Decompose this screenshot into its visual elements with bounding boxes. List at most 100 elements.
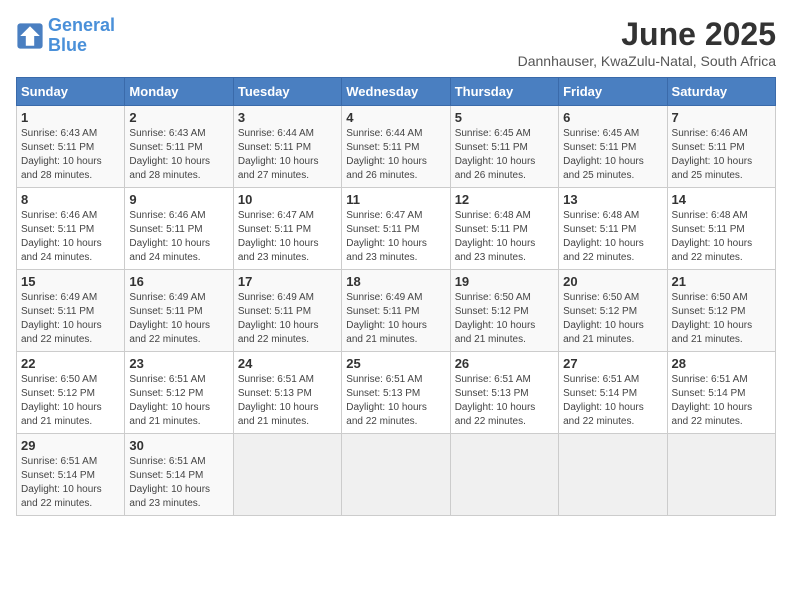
day-cell: 12Sunrise: 6:48 AM Sunset: 5:11 PM Dayli… [450,188,558,270]
day-info: Sunrise: 6:45 AM Sunset: 5:11 PM Dayligh… [563,127,662,183]
day-number: 16 [129,274,228,289]
day-info: Sunrise: 6:51 AM Sunset: 5:12 PM Dayligh… [129,373,228,429]
day-info: Sunrise: 6:48 AM Sunset: 5:11 PM Dayligh… [672,209,771,265]
day-info: Sunrise: 6:47 AM Sunset: 5:11 PM Dayligh… [238,209,337,265]
day-number: 23 [129,356,228,371]
header-wednesday: Wednesday [342,78,450,106]
day-number: 1 [21,110,120,125]
day-cell: 2Sunrise: 6:43 AM Sunset: 5:11 PM Daylig… [125,106,233,188]
day-info: Sunrise: 6:46 AM Sunset: 5:11 PM Dayligh… [129,209,228,265]
calendar-header: Sunday Monday Tuesday Wednesday Thursday… [17,78,776,106]
day-cell: 21Sunrise: 6:50 AM Sunset: 5:12 PM Dayli… [667,270,775,352]
day-info: Sunrise: 6:49 AM Sunset: 5:11 PM Dayligh… [238,291,337,347]
day-info: Sunrise: 6:50 AM Sunset: 5:12 PM Dayligh… [21,373,120,429]
day-info: Sunrise: 6:45 AM Sunset: 5:11 PM Dayligh… [455,127,554,183]
day-info: Sunrise: 6:48 AM Sunset: 5:11 PM Dayligh… [455,209,554,265]
day-cell: 6 Sunrise: 6:45 AM Sunset: 5:11 PM Daylig… [559,106,667,188]
day-info: Sunrise: 6:46 AM Sunset: 5:11 PM Dayligh… [21,209,120,265]
day-cell [559,434,667,516]
day-cell: 22 Sunrise: 6:50 AM Sunset: 5:12 PM Dayli… [17,352,125,434]
calendar-body: 1 Sunrise: 6:43 AM Sunset: 5:11 PM Daylig… [17,106,776,516]
day-info: Sunrise: 6:50 AM Sunset: 5:12 PM Dayligh… [455,291,554,347]
day-cell: 26Sunrise: 6:51 AM Sunset: 5:13 PM Dayli… [450,352,558,434]
day-info: Sunrise: 6:51 AM Sunset: 5:14 PM Dayligh… [129,455,228,511]
day-cell: 24 Sunrise: 6:51 AM Sunset: 5:13 PM Dayli… [233,352,341,434]
day-cell: 10 Sunrise: 6:47 AM Sunset: 5:11 PM Dayli… [233,188,341,270]
logo-line2: Blue [48,35,87,55]
day-number: 6 [563,110,662,125]
day-number: 9 [129,192,228,207]
day-number: 30 [129,438,228,453]
week-row-2: 8Sunrise: 6:46 AM Sunset: 5:11 PM Daylig… [17,188,776,270]
day-cell: 5Sunrise: 6:45 AM Sunset: 5:11 PM Daylig… [450,106,558,188]
day-cell [233,434,341,516]
week-row-4: 22 Sunrise: 6:50 AM Sunset: 5:12 PM Dayli… [17,352,776,434]
day-cell: 23 Sunrise: 6:51 AM Sunset: 5:12 PM Dayli… [125,352,233,434]
day-info: Sunrise: 6:51 AM Sunset: 5:14 PM Dayligh… [672,373,771,429]
logo: General Blue [16,16,115,56]
week-row-3: 15Sunrise: 6:49 AM Sunset: 5:11 PM Dayli… [17,270,776,352]
day-cell: 9 Sunrise: 6:46 AM Sunset: 5:11 PM Daylig… [125,188,233,270]
day-number: 14 [672,192,771,207]
header-row: Sunday Monday Tuesday Wednesday Thursday… [17,78,776,106]
header-monday: Monday [125,78,233,106]
day-info: Sunrise: 6:49 AM Sunset: 5:11 PM Dayligh… [129,291,228,347]
header-thursday: Thursday [450,78,558,106]
day-cell: 30 Sunrise: 6:51 AM Sunset: 5:14 PM Dayli… [125,434,233,516]
week-row-5: 29Sunrise: 6:51 AM Sunset: 5:14 PM Dayli… [17,434,776,516]
day-number: 27 [563,356,662,371]
day-number: 11 [346,192,445,207]
header-tuesday: Tuesday [233,78,341,106]
day-info: Sunrise: 6:50 AM Sunset: 5:12 PM Dayligh… [672,291,771,347]
day-number: 2 [129,110,228,125]
day-info: Sunrise: 6:48 AM Sunset: 5:11 PM Dayligh… [563,209,662,265]
day-number: 28 [672,356,771,371]
day-info: Sunrise: 6:44 AM Sunset: 5:11 PM Dayligh… [238,127,337,183]
week-row-1: 1 Sunrise: 6:43 AM Sunset: 5:11 PM Daylig… [17,106,776,188]
header-saturday: Saturday [667,78,775,106]
logo-line1: General [48,15,115,35]
day-cell [667,434,775,516]
day-info: Sunrise: 6:47 AM Sunset: 5:11 PM Dayligh… [346,209,445,265]
day-cell: 15Sunrise: 6:49 AM Sunset: 5:11 PM Dayli… [17,270,125,352]
day-cell: 17 Sunrise: 6:49 AM Sunset: 5:11 PM Dayli… [233,270,341,352]
logo-text: General Blue [48,16,115,56]
day-info: Sunrise: 6:43 AM Sunset: 5:11 PM Dayligh… [21,127,120,183]
day-cell: 16 Sunrise: 6:49 AM Sunset: 5:11 PM Dayli… [125,270,233,352]
header-friday: Friday [559,78,667,106]
day-cell: 19 Sunrise: 6:50 AM Sunset: 5:12 PM Dayli… [450,270,558,352]
day-info: Sunrise: 6:50 AM Sunset: 5:12 PM Dayligh… [563,291,662,347]
day-cell: 18Sunrise: 6:49 AM Sunset: 5:11 PM Dayli… [342,270,450,352]
day-number: 24 [238,356,337,371]
day-number: 20 [563,274,662,289]
day-info: Sunrise: 6:49 AM Sunset: 5:11 PM Dayligh… [21,291,120,347]
header: General Blue June 2025 Dannhauser, KwaZu… [16,16,776,69]
day-info: Sunrise: 6:44 AM Sunset: 5:11 PM Dayligh… [346,127,445,183]
day-number: 19 [455,274,554,289]
day-cell: 27 Sunrise: 6:51 AM Sunset: 5:14 PM Dayli… [559,352,667,434]
day-number: 3 [238,110,337,125]
day-info: Sunrise: 6:49 AM Sunset: 5:11 PM Dayligh… [346,291,445,347]
day-cell: 20 Sunrise: 6:50 AM Sunset: 5:12 PM Dayli… [559,270,667,352]
day-number: 4 [346,110,445,125]
title-area: June 2025 Dannhauser, KwaZulu-Natal, Sou… [518,16,776,69]
day-number: 10 [238,192,337,207]
day-cell: 3 Sunrise: 6:44 AM Sunset: 5:11 PM Daylig… [233,106,341,188]
day-number: 7 [672,110,771,125]
day-cell: 29Sunrise: 6:51 AM Sunset: 5:14 PM Dayli… [17,434,125,516]
day-cell: 25Sunrise: 6:51 AM Sunset: 5:13 PM Dayli… [342,352,450,434]
day-info: Sunrise: 6:51 AM Sunset: 5:14 PM Dayligh… [563,373,662,429]
day-number: 22 [21,356,120,371]
day-cell: 13 Sunrise: 6:48 AM Sunset: 5:11 PM Dayli… [559,188,667,270]
calendar-table: Sunday Monday Tuesday Wednesday Thursday… [16,77,776,516]
day-cell: 14 Sunrise: 6:48 AM Sunset: 5:11 PM Dayli… [667,188,775,270]
logo-icon [16,22,44,50]
calendar-subtitle: Dannhauser, KwaZulu-Natal, South Africa [518,53,776,69]
day-number: 17 [238,274,337,289]
day-info: Sunrise: 6:51 AM Sunset: 5:13 PM Dayligh… [238,373,337,429]
day-info: Sunrise: 6:51 AM Sunset: 5:14 PM Dayligh… [21,455,120,511]
calendar-title: June 2025 [518,16,776,53]
day-number: 13 [563,192,662,207]
day-cell: 8Sunrise: 6:46 AM Sunset: 5:11 PM Daylig… [17,188,125,270]
day-cell: 11 Sunrise: 6:47 AM Sunset: 5:11 PM Dayli… [342,188,450,270]
